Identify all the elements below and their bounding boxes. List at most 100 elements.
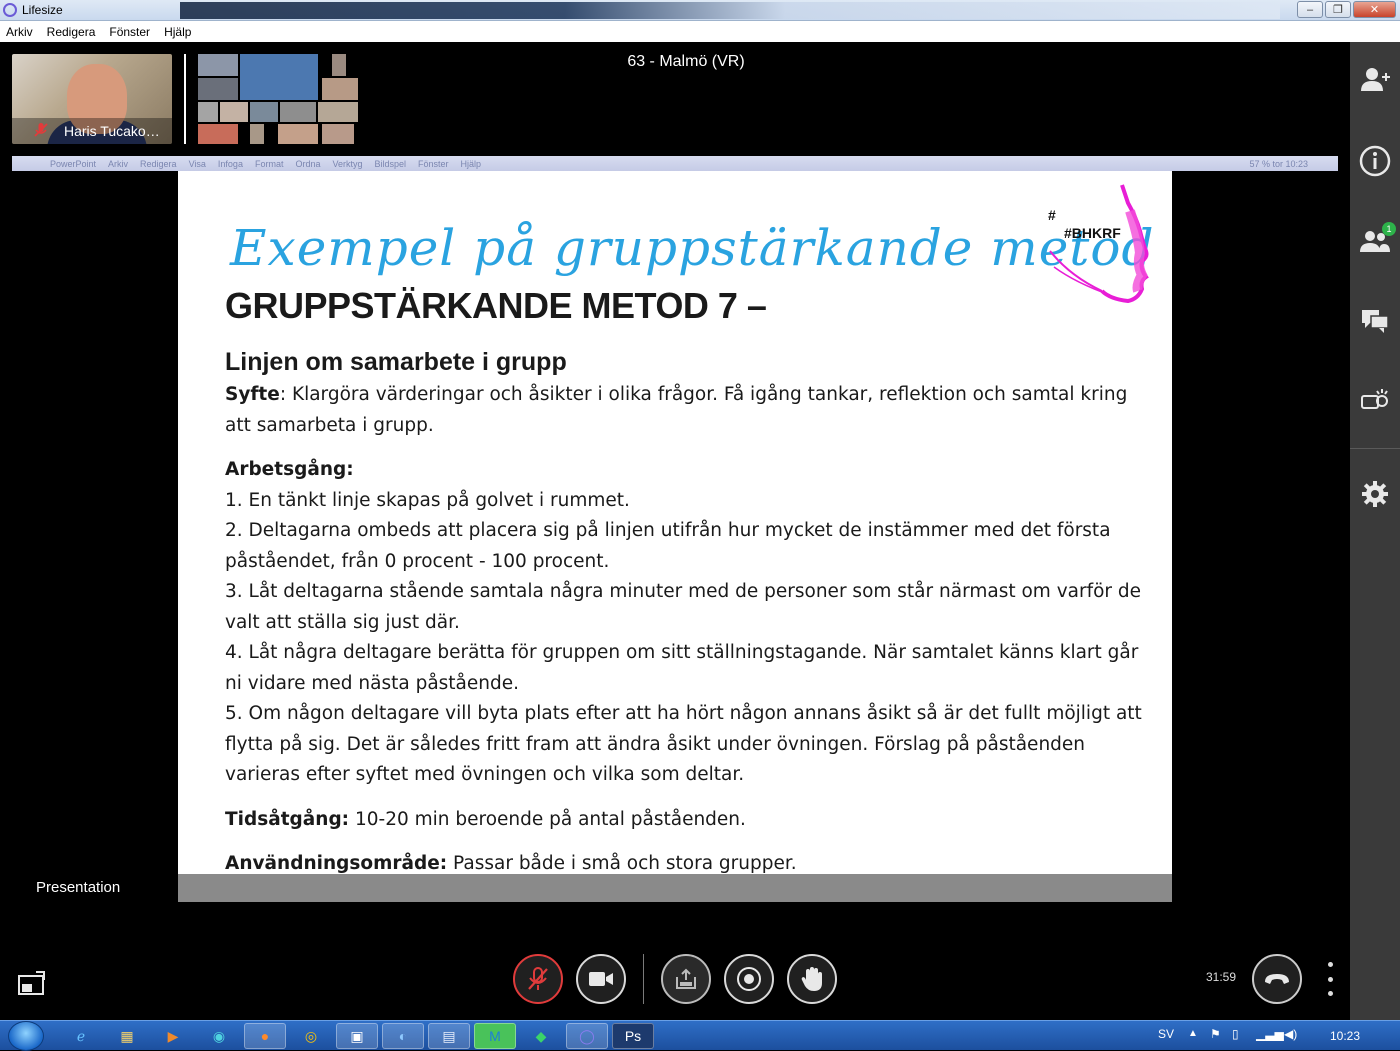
media-player-icon[interactable]: ▶ [152, 1023, 194, 1049]
window-titlebar: Lifesize – ❐ ✕ [0, 0, 1400, 21]
mac-menu-item: Arkiv [108, 158, 129, 169]
gallery-cell [198, 54, 238, 76]
remote-room-gallery[interactable] [198, 54, 358, 144]
mac-menu-item: Ordna [295, 158, 321, 169]
gallery-cell [240, 54, 318, 100]
slide-tidsatgang: Tidsåtgång: 10-20 min beroende på antal … [225, 805, 1145, 836]
more-options-button[interactable] [1320, 962, 1340, 996]
mac-menu-item: Redigera [140, 158, 177, 169]
hang-up-button[interactable] [1252, 954, 1302, 1004]
mic-off-icon [528, 967, 548, 990]
slide-bottom-bar [178, 874, 1172, 902]
skype-icon[interactable]: ◐ [382, 1023, 424, 1049]
maximize-button[interactable]: ❐ [1325, 1, 1351, 18]
add-participant-icon[interactable] [1350, 55, 1400, 105]
shared-screen-mac-menubar: PowerPoint Arkiv Redigera Visa Infoga Fo… [12, 156, 1338, 171]
photoshop-icon[interactable]: Ps [612, 1023, 654, 1049]
gallery-cell [332, 54, 346, 76]
record-icon [737, 967, 761, 991]
windows-taskbar: ℯ ▦ ▶ ◉ ● ◎ ▣ ◐ ▤ M ◆ ◯ Ps SV ▲ ⚑ ▯ ▁▃▅ … [0, 1020, 1400, 1051]
logo-tag: #BHKRF [1064, 225, 1121, 241]
camera-button[interactable] [576, 954, 626, 1004]
chrome-icon[interactable]: ◎ [290, 1023, 332, 1049]
menu-fonster[interactable]: Fönster [109, 25, 150, 39]
close-button[interactable]: ✕ [1353, 1, 1396, 18]
notepad-icon[interactable]: ▤ [428, 1023, 470, 1049]
share-screen-button[interactable] [661, 954, 711, 1004]
raise-hand-button[interactable] [787, 954, 837, 1004]
security-shield-icon[interactable]: ◆ [520, 1023, 562, 1049]
gallery-cell [220, 102, 248, 122]
settings-icon[interactable] [1350, 469, 1400, 519]
menu-arkiv[interactable]: Arkiv [6, 25, 33, 39]
window-title: Lifesize [22, 3, 63, 17]
presentation-label: Presentation [36, 879, 121, 896]
call-timer: 31:59 [1206, 970, 1237, 984]
gallery-cell [280, 102, 316, 122]
logo-hash: # [1048, 207, 1056, 223]
save-tool-icon[interactable]: ▣ [336, 1023, 378, 1049]
participants-icon[interactable]: 1 [1350, 216, 1400, 266]
mic-muted-icon [30, 122, 52, 141]
self-video-tile[interactable]: Haris Tucako… [12, 54, 172, 144]
internet-explorer-icon[interactable]: ℯ [60, 1023, 102, 1049]
action-center-flag-icon[interactable]: ⚑ [1210, 1027, 1221, 1041]
raise-hand-icon [801, 967, 822, 991]
self-name-bar: Haris Tucako… [12, 118, 172, 144]
camera-settings-icon[interactable] [1350, 376, 1400, 426]
more-dot [1327, 991, 1333, 996]
meeting-room-name: 63 - Malmö (VR) [627, 53, 745, 70]
network-signal-icon[interactable]: ▁▃▅ [1256, 1027, 1284, 1041]
slide-body: Syfte: Klargöra värderingar och åsikter … [225, 380, 1145, 874]
power-icon[interactable]: ▯ [1232, 1027, 1239, 1041]
slide-syfte: Syfte: Klargöra värderingar och åsikter … [225, 380, 1145, 441]
gallery-cell [198, 124, 238, 144]
gallery-cell [250, 124, 264, 144]
file-explorer-icon[interactable]: ▦ [106, 1023, 148, 1049]
lifesize-taskbar-icon[interactable]: ◯ [566, 1023, 608, 1049]
volume-icon[interactable]: ◀) [1284, 1027, 1297, 1041]
minimize-button[interactable]: – [1297, 1, 1323, 18]
mac-menu-item: PowerPoint [50, 158, 97, 169]
start-button[interactable] [8, 1021, 44, 1051]
edge-icon[interactable]: ◉ [198, 1023, 240, 1049]
tray-expand-icon[interactable]: ▲ [1188, 1028, 1198, 1039]
mac-menu-item: Hjälp [460, 158, 482, 169]
menu-hjalp[interactable]: Hjälp [164, 25, 191, 39]
input-language[interactable]: SV [1158, 1027, 1174, 1041]
slide-script-title: Exempel på gruppstärkande metod [230, 219, 1155, 277]
menu-redigera[interactable]: Redigera [47, 25, 96, 39]
gallery-cell [278, 124, 318, 144]
step-5: 5. Om någon deltagare vill byta plats ef… [225, 703, 1142, 785]
menu-bar: Arkiv Redigera Fönster Hjälp [0, 21, 1400, 42]
gallery-cell [318, 102, 358, 122]
malwarebytes-icon[interactable]: M [474, 1023, 516, 1049]
mute-mic-button[interactable] [513, 954, 563, 1004]
more-dot [1327, 962, 1333, 967]
taskbar-clock[interactable]: 10:23 [1330, 1029, 1360, 1043]
face-profile-icon [1049, 184, 1149, 304]
record-button[interactable] [724, 954, 774, 1004]
window-controls: – ❐ ✕ [1297, 1, 1396, 18]
hang-up-phone-icon [1265, 974, 1289, 984]
step-3: 3. Låt deltagarna stående samtala några … [225, 581, 1142, 633]
sidebar-separator [1350, 448, 1400, 449]
mac-menu-item: Visa [188, 158, 206, 169]
gallery-cell [198, 102, 218, 122]
firefox-icon[interactable]: ● [244, 1023, 286, 1049]
lifesize-logo-icon [3, 3, 17, 17]
shared-presentation-slide: Exempel på gruppstärkande metod GRUPPSTÄ… [178, 171, 1172, 874]
mac-menu-item: Infoga [217, 158, 243, 169]
slide-anvandning: Användningsområde: Passar både i små och… [225, 849, 1145, 874]
syfte-text: : Klargöra värderingar och åsikter i oli… [225, 384, 1128, 436]
chat-icon[interactable] [1350, 296, 1400, 346]
participants-count-badge: 1 [1382, 222, 1396, 236]
gallery-cell [322, 124, 354, 144]
layout-toggle-icon[interactable] [18, 970, 46, 996]
gallery-cell [322, 78, 358, 100]
slide-heading: GRUPPSTÄRKANDE METOD 7 – [225, 285, 767, 326]
video-strip-divider [184, 54, 186, 144]
info-icon[interactable] [1350, 136, 1400, 186]
background-taskbar-tabs [180, 2, 1280, 19]
mac-menu-item: Bildspel [374, 158, 407, 169]
